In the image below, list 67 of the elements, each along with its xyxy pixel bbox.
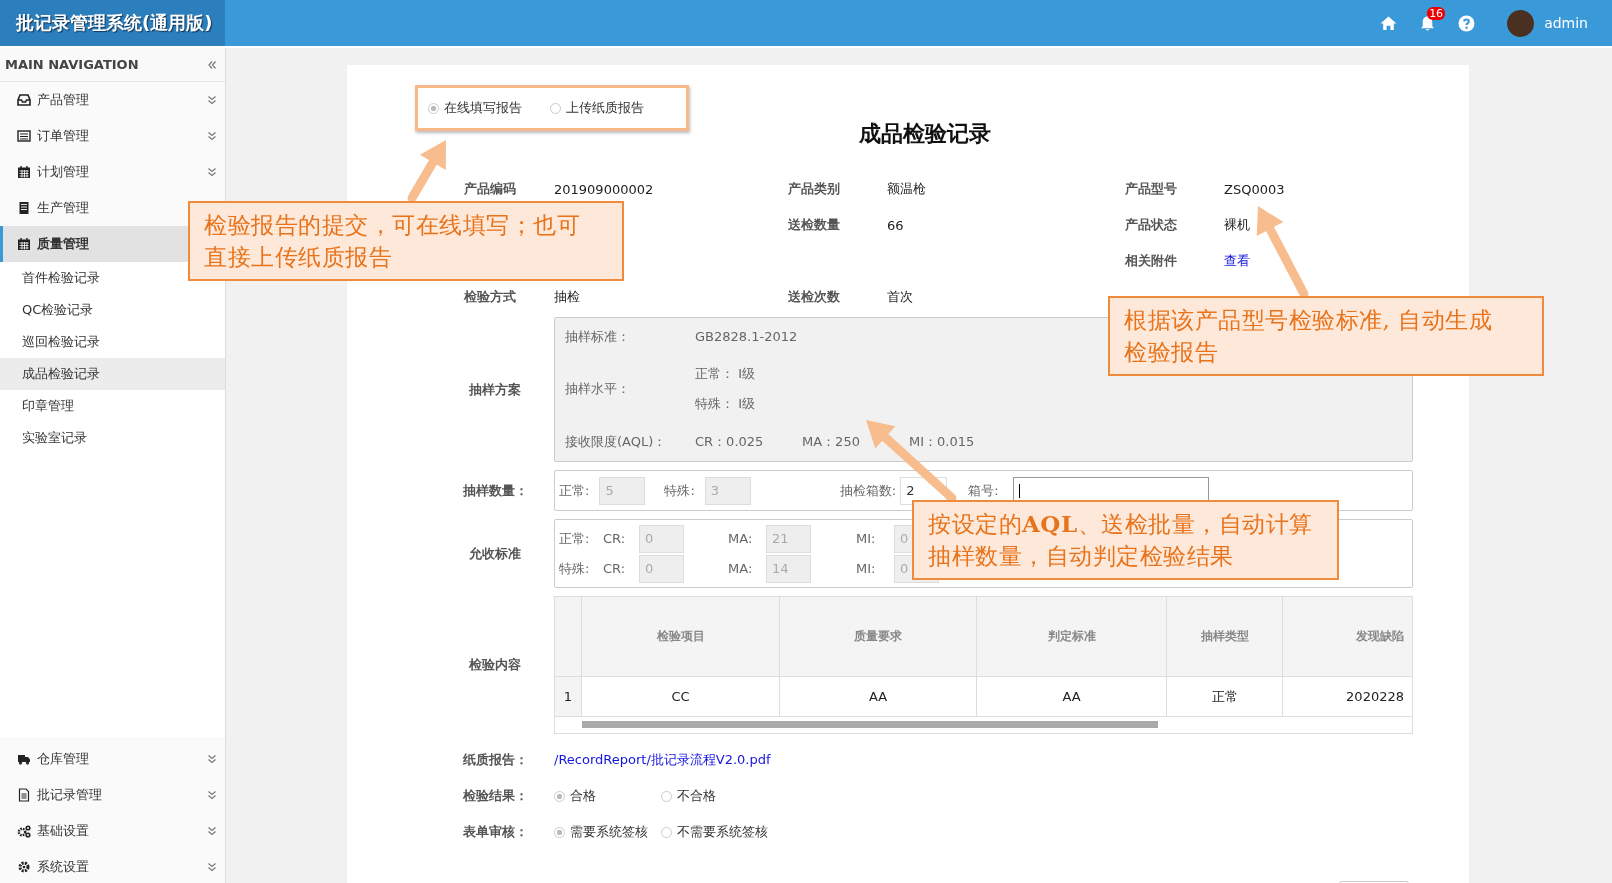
field-label: 送检次数 <box>788 288 841 306</box>
table-cell: 2020228 <box>1283 677 1412 717</box>
section-label: 允收标准 <box>468 544 522 563</box>
plan-value: CR：0.025 <box>695 433 765 452</box>
field-value: 抽检 <box>554 288 581 306</box>
radio-label: 上传纸质报告 <box>566 99 644 117</box>
annotation-tooltip: 根据该产品型号检验标准, 自动生成检验报告 <box>1108 296 1544 376</box>
field-value: 201909000002 <box>554 181 655 197</box>
field-label: 相关附件 <box>1125 252 1178 270</box>
radio-label: 不需要系统签核 <box>677 823 768 841</box>
radio-label: 需要系统签核 <box>570 823 648 841</box>
notification-count: 16 <box>1427 6 1446 20</box>
row-number: 1 <box>555 677 582 717</box>
nav-heading: MAIN NAVIGATION <box>5 57 139 72</box>
column-header: 质量要求 <box>780 597 977 677</box>
table-cell: CC <box>582 677 780 717</box>
radio-label: 在线填写报告 <box>444 99 522 117</box>
field-label: 纸质报告： <box>461 751 529 769</box>
field-label: CR: <box>603 561 627 576</box>
field-value: 额温枪 <box>887 180 927 198</box>
field-label: MI: <box>856 561 877 576</box>
plan-label: 接收限度(AQL)： <box>565 433 668 452</box>
field-label: 检验方式 <box>464 288 517 306</box>
section-label: 检验内容 <box>467 656 522 674</box>
table-cell: 正常 <box>1167 677 1283 717</box>
plan-value: GB2828.1-2012 <box>695 329 798 345</box>
section-label: 抽样数量： <box>461 481 529 500</box>
field-label: MI: <box>856 531 877 546</box>
field-label: 特殊: <box>664 481 695 500</box>
column-header: 检验项目 <box>582 597 780 677</box>
field-value: 首次 <box>887 288 914 306</box>
field-label: 正常: <box>559 481 590 500</box>
plan-value: 正常： I级 <box>695 365 755 384</box>
plan-value: MA：250 <box>802 433 861 452</box>
field-value: ZSQ0003 <box>1224 181 1286 197</box>
annotation-tooltip: 按设定的AQL、送检批量，自动计算抽样数量，自动判定检验结果 <box>912 500 1339 580</box>
column-header: 发现缺陷 <box>1283 597 1412 677</box>
radio-label: 不合格 <box>677 787 716 805</box>
plan-value: 特殊： I级 <box>695 395 755 414</box>
radio-label: 合格 <box>570 787 596 805</box>
page-title: 成品检验记录 <box>857 120 992 148</box>
table-cell: AA <box>977 677 1167 717</box>
field-label: 正常: <box>559 529 591 548</box>
column-header: 抽样类型 <box>1167 597 1283 677</box>
plan-label: 抽样标准： <box>565 327 631 346</box>
field-label: MA: <box>728 561 754 576</box>
field-label: 表单审核： <box>461 823 529 841</box>
field-label: 抽检箱数: <box>839 481 897 500</box>
section-label: 抽样方案 <box>468 380 522 399</box>
field-value: 66 <box>887 217 905 233</box>
field-label: 检验结果： <box>461 787 529 805</box>
field-label: 特殊: <box>559 559 591 578</box>
field-label: 送检数量 <box>788 216 841 234</box>
field-label: 产品型号 <box>1125 180 1178 198</box>
field-label: 产品状态 <box>1125 216 1178 234</box>
field-label: 箱号: <box>968 481 999 500</box>
plan-label: 抽样水平： <box>565 380 631 399</box>
app-title: 批记录管理系统(通用版) <box>0 0 225 46</box>
field-label: CR: <box>603 531 627 546</box>
plan-value: MI：0.015 <box>909 433 976 452</box>
field-label: 产品编码 <box>464 180 517 198</box>
field-value: 裸机 <box>1224 216 1251 234</box>
field-label: MA: <box>728 531 754 546</box>
annotation-tooltip: 检验报告的提交，可在线填写；也可直接上传纸质报告 <box>188 201 624 281</box>
field-label: 产品类别 <box>788 180 841 198</box>
table-cell: AA <box>780 677 977 717</box>
column-header: 判定标准 <box>977 597 1167 677</box>
